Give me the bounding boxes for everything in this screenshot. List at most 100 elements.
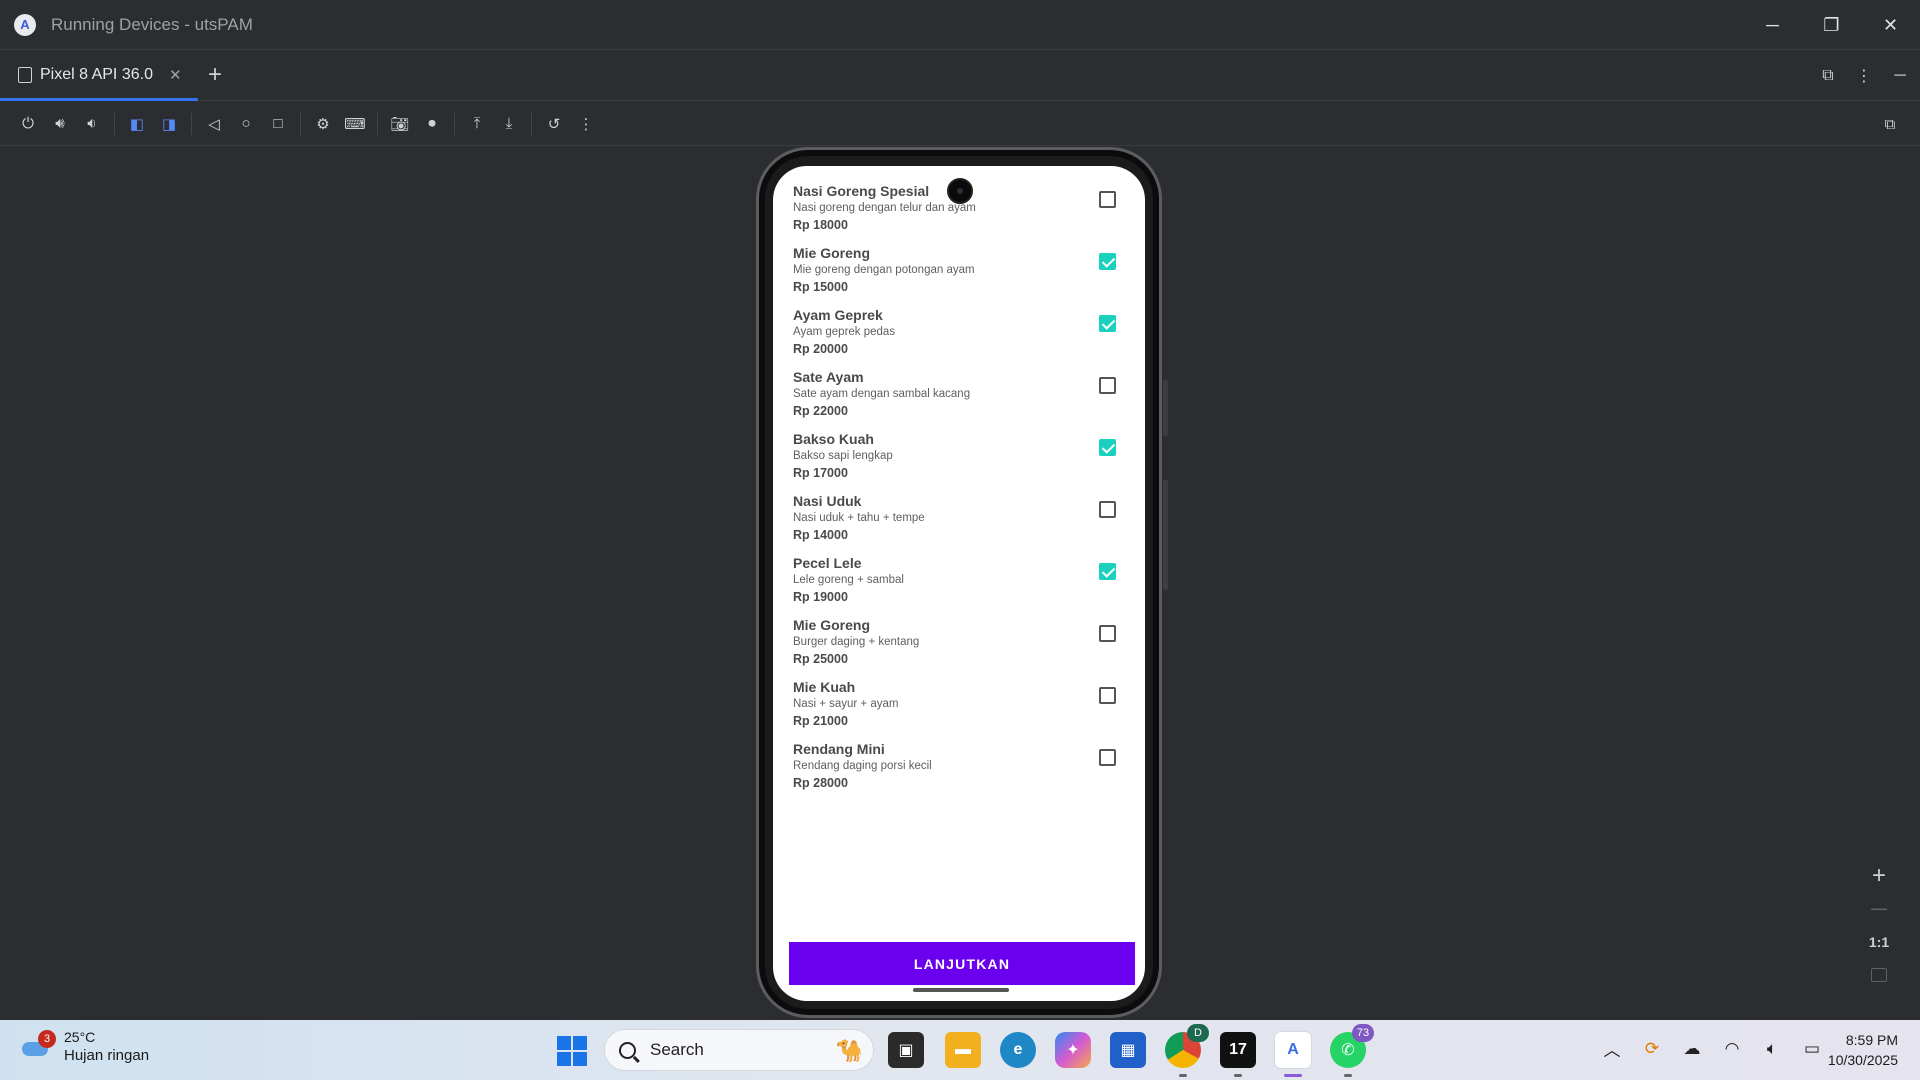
running-indicator (1179, 1074, 1187, 1077)
more-actions-icon[interactable]: ⋮ (570, 108, 602, 140)
device-inspector-icon[interactable]: ⧉ (1874, 108, 1906, 140)
menu-item-price: Rp 19000 (793, 590, 848, 604)
title-bar: A Running Devices - utsPAM ─ ❐ ✕ (0, 0, 1920, 50)
task-view-icon[interactable]: ▣ (888, 1032, 924, 1068)
window-controls: ─ ❐ ✕ (1743, 0, 1920, 50)
divider (454, 112, 455, 135)
running-indicator (1344, 1074, 1352, 1077)
phone-frame: Nasi Goreng Spesial Nasi goreng dengan te… (756, 147, 1168, 1018)
menu-item-checkbox[interactable] (1099, 687, 1116, 704)
menu-item-checkbox[interactable] (1099, 315, 1116, 332)
rotate-right-icon[interactable]: ◨ (153, 108, 185, 140)
download-icon[interactable]: ⤓ (493, 108, 525, 140)
menu-item-description: Nasi + sayur + ayam (793, 698, 899, 710)
menu-item-description: Nasi uduk + tahu + tempe (793, 512, 925, 524)
menu-item[interactable]: Rendang Mini Rendang daging porsi kecil Rp… (773, 741, 1145, 817)
menu-item-checkbox[interactable] (1099, 501, 1116, 518)
back-icon[interactable]: ◁ (198, 108, 230, 140)
taskbar-clock[interactable]: 8:59 PM 10/30/2025 (1828, 1030, 1898, 1070)
whatsapp-unread-badge: 73 (1352, 1024, 1374, 1042)
menu-item-description: Mie goreng dengan potongan ayam (793, 264, 975, 276)
overview-icon[interactable]: □ (262, 108, 294, 140)
more-options-icon[interactable]: ⋮ (1848, 66, 1880, 86)
gesture-bar[interactable] (913, 988, 1009, 992)
menu-item-description: Ayam geprek pedas (793, 326, 896, 338)
tab-bar-actions: ⧉ ⋮ ─ (1812, 51, 1920, 101)
snapshot-icon[interactable]: ↺ (538, 108, 570, 140)
phone-screen: Nasi Goreng Spesial Nasi goreng dengan te… (773, 166, 1145, 1001)
zoom-actual-size-button[interactable]: 1:1 (1869, 925, 1889, 958)
add-device-icon[interactable]: + (203, 61, 227, 89)
menu-item-price: Rp 18000 (793, 218, 848, 232)
android-studio-icon[interactable]: A (1275, 1032, 1311, 1077)
volume-icon[interactable]: 🔈︎ (1756, 1039, 1788, 1059)
phone-power-button[interactable] (1163, 380, 1168, 436)
device-settings-icon[interactable]: ⚙︎ (307, 108, 339, 140)
active-indicator (1284, 1074, 1302, 1077)
tab-pixel-8[interactable]: Pixel 8 API 36.0 ✕ (0, 51, 198, 101)
home-icon[interactable]: ○ (230, 108, 262, 140)
tradingview-icon[interactable]: 17 (1220, 1032, 1256, 1077)
menu-item-name: Mie Kuah (793, 679, 856, 695)
menu-item-checkbox[interactable] (1099, 749, 1116, 766)
minimize-icon[interactable]: ─ (1743, 0, 1802, 50)
menu-item-price: Rp 28000 (793, 776, 848, 790)
menu-item-checkbox[interactable] (1099, 191, 1116, 208)
rotate-left-icon[interactable]: ◧ (121, 108, 153, 140)
weather-widget[interactable]: 3 25°C Hujan ringan (20, 1029, 149, 1064)
sync-icon[interactable]: ⟳ (1636, 1039, 1668, 1059)
whatsapp-icon[interactable]: ✆ 73 (1330, 1024, 1374, 1077)
hide-panel-icon[interactable]: ─ (1884, 67, 1916, 85)
volume-down-icon[interactable]: 🔉︎ (76, 108, 108, 140)
running-indicator (1234, 1074, 1242, 1077)
chrome-icon[interactable]: D (1165, 1024, 1209, 1077)
weather-rain-icon: 3 (20, 1029, 56, 1060)
keyboard-icon[interactable]: ⌨︎ (339, 108, 371, 140)
zoom-in-icon[interactable]: + (1872, 859, 1886, 892)
search-highlight-icon: 🐪 (835, 1038, 863, 1063)
show-hidden-icons-icon[interactable]: ︿ (1596, 1036, 1628, 1061)
menu-item-description: Bakso sapi lengkap (793, 450, 893, 462)
taskbar-search[interactable]: Search 🐪 (604, 1029, 874, 1071)
tab-close-icon[interactable]: ✕ (169, 66, 182, 84)
menu-item-name: Rendang Mini (793, 741, 885, 757)
battery-icon[interactable]: ▭ (1796, 1039, 1828, 1059)
menu-item-description: Nasi goreng dengan telur dan ayam (793, 202, 976, 214)
zoom-out-icon[interactable]: ─ (1871, 892, 1887, 925)
clock-date: 10/30/2025 (1827, 1052, 1898, 1068)
windows-start-icon[interactable] (557, 1036, 587, 1066)
menu-item-description: Lele goreng + sambal (793, 574, 904, 586)
menu-item-checkbox[interactable] (1099, 377, 1116, 394)
menu-item-price: Rp 14000 (793, 528, 848, 542)
copilot-icon[interactable]: ✦ (1055, 1032, 1091, 1068)
clock-time: 8:59 PM (1845, 1032, 1898, 1048)
menu-item-checkbox[interactable] (1099, 563, 1116, 580)
window-title: Running Devices - utsPAM (51, 14, 253, 34)
menu-item-checkbox[interactable] (1099, 439, 1116, 456)
zoom-fit-icon[interactable] (1871, 968, 1887, 982)
edge-browser-icon[interactable]: e (1000, 1032, 1036, 1068)
menu-item-description: Rendang daging porsi kecil (793, 760, 932, 772)
restore-icon[interactable]: ❐ (1802, 0, 1861, 50)
menu-item-checkbox[interactable] (1099, 625, 1116, 642)
cloud-off-icon[interactable]: ☁︎ (1676, 1039, 1708, 1059)
restore-layout-icon[interactable]: ⧉ (1812, 67, 1844, 85)
menu-item-name: Nasi Uduk (793, 493, 862, 509)
upload-icon[interactable]: ⤒ (461, 108, 493, 140)
menu-item-description: Sate ayam dengan sambal kacang (793, 388, 971, 400)
screenshot-icon[interactable]: 📷︎ (384, 108, 416, 140)
close-icon[interactable]: ✕ (1861, 0, 1920, 50)
divider (114, 112, 115, 135)
phone-volume-button[interactable] (1163, 480, 1168, 590)
file-explorer-icon[interactable]: ▬ (945, 1032, 981, 1068)
screen-record-icon[interactable]: ⏺︎ (416, 108, 448, 140)
windows-taskbar: 3 25°C Hujan ringan Search 🐪 ▣ ▬ e ✦ ▦ D… (0, 1020, 1920, 1080)
continue-button[interactable]: LANJUTKAN (789, 942, 1135, 985)
menu-item-checkbox[interactable] (1099, 253, 1116, 270)
power-icon[interactable]: ⏻ (12, 108, 44, 140)
volume-up-icon[interactable]: 🔊︎ (44, 108, 76, 140)
system-tray: ︿ ⟳ ☁︎ ◠ 🔈︎ ▭ (1596, 1036, 1836, 1061)
microsoft-store-icon[interactable]: ▦ (1110, 1032, 1146, 1068)
wifi-icon[interactable]: ◠ (1716, 1039, 1748, 1059)
camera-icon (947, 178, 973, 204)
